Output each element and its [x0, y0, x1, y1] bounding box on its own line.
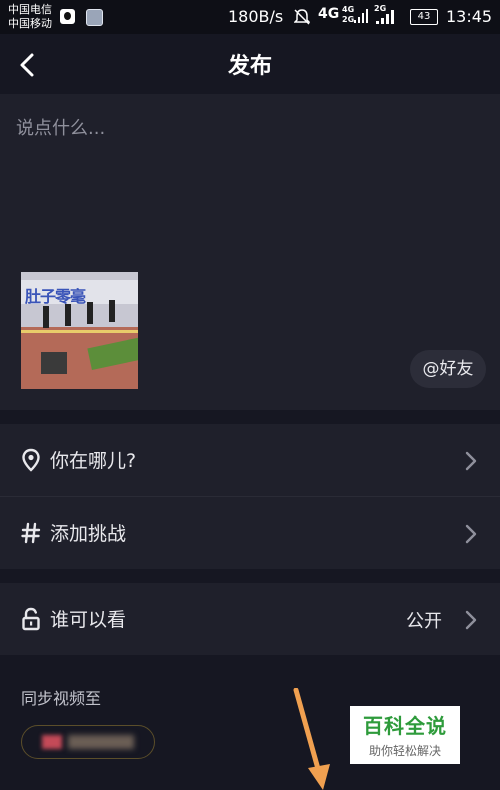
gallery-notification-icon — [86, 9, 103, 26]
annotation-arrow — [293, 688, 330, 790]
thumbnail-object — [41, 352, 67, 374]
watermark-subtitle: 助你轻松解决 — [368, 744, 441, 758]
blurred-account-name — [68, 735, 134, 749]
network-type: 4G — [318, 6, 340, 22]
visibility-label: 谁可以看 — [50, 609, 127, 631]
battery-indicator: 43 — [410, 9, 438, 25]
section-gap — [0, 410, 500, 424]
signal-1-type: 4G — [342, 5, 355, 14]
sync-account-chip[interactable] — [21, 725, 155, 759]
chevron-right-icon — [465, 451, 477, 471]
thumbnail-person — [87, 302, 93, 324]
visibility-row[interactable]: 谁可以看 公开 — [0, 583, 500, 655]
video-thumbnail[interactable]: 肚子零毫 — [21, 272, 138, 389]
qq-notification-icon — [60, 9, 75, 24]
compose-panel: 说点什么... 肚子零毫 @好友 — [0, 94, 500, 410]
mention-friends-button[interactable]: @好友 — [410, 350, 486, 388]
thumbnail-person — [65, 304, 71, 326]
thumbnail-banner-text: 肚子零毫 — [25, 287, 86, 306]
unlock-icon — [22, 607, 40, 631]
location-row[interactable]: 你在哪儿? — [0, 424, 500, 496]
carrier-names: 中国电信 中国移动 — [8, 3, 52, 31]
thumbnail-green-area — [87, 336, 138, 370]
signal-2-type-b: 2G — [342, 15, 355, 24]
challenge-label: 添加挑战 — [50, 523, 127, 545]
status-bar: 中国电信 中国移动 180B/s 4G 4G 2G 2G 43 13:45 — [0, 0, 500, 34]
carrier-2: 中国移动 — [8, 17, 52, 30]
sync-title: 同步视频至 — [21, 689, 102, 708]
mute-icon — [294, 9, 310, 25]
net-speed: 180B/s — [228, 7, 284, 26]
thumbnail-stage-edge — [21, 330, 138, 333]
signal-bars-2-icon — [376, 10, 394, 24]
hashtag-icon — [21, 522, 41, 544]
location-pin-icon — [22, 448, 40, 472]
caption-input[interactable]: 说点什么... — [16, 114, 105, 140]
clock: 13:45 — [446, 7, 493, 26]
visibility-value: 公开 — [406, 611, 442, 632]
location-label: 你在哪儿? — [50, 450, 137, 472]
title-bar: 发布 — [0, 34, 500, 94]
section-gap — [0, 569, 500, 583]
blurred-account-avatar — [42, 735, 62, 749]
baike-watermark-logo: 百科全说 助你轻松解决 — [350, 706, 460, 764]
carrier-1: 中国电信 — [8, 3, 52, 16]
thumbnail-person — [109, 300, 115, 322]
signal-bars-1-icon — [354, 9, 368, 23]
watermark-title: 百科全说 — [363, 714, 447, 738]
chevron-right-icon — [465, 610, 477, 630]
challenge-row[interactable]: 添加挑战 — [0, 497, 500, 569]
thumbnail-person — [43, 306, 49, 328]
chevron-right-icon — [465, 524, 477, 544]
page-title: 发布 — [227, 54, 272, 79]
